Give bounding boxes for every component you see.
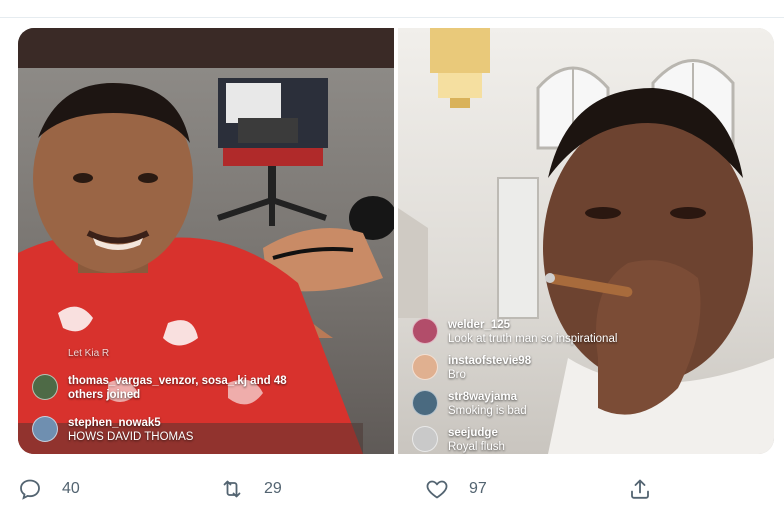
chandelier <box>430 28 490 108</box>
like-button[interactable]: 97 <box>425 474 487 504</box>
live-comment: seejudge Royal flush <box>412 426 505 454</box>
comment-message: Bro <box>448 369 466 381</box>
comment-message: others joined <box>68 389 141 401</box>
media-photo-left[interactable]: Let Kia R thomas_vargas_venzor, sosa_.kj… <box>18 28 394 454</box>
reply-icon <box>20 479 40 500</box>
comment-message: Smoking is bad <box>448 405 527 417</box>
comment-username: Let Kia R <box>68 348 110 359</box>
share-button[interactable] <box>628 474 672 504</box>
share-icon <box>631 479 649 499</box>
live-comment: Let Kia R <box>32 348 109 374</box>
commenter-avatar <box>32 416 58 442</box>
comment-username: welder_125 <box>448 319 511 331</box>
commenter-avatar <box>32 374 58 400</box>
timeline-divider <box>0 17 784 18</box>
comment-username: thomas_vargas_venzor, sosa_.kj and 48 <box>68 375 287 387</box>
commenter-avatar <box>412 318 438 344</box>
comment-message: Royal flush <box>448 441 505 453</box>
like-count: 97 <box>469 480 487 497</box>
comment-username: instaofstevie98 <box>448 355 532 367</box>
commenter-avatar <box>412 354 438 380</box>
media-photo-right[interactable]: welder_125 Look at truth man so inspirat… <box>398 28 774 454</box>
reply-count: 40 <box>62 480 80 497</box>
commenter-avatar <box>412 390 438 416</box>
comment-username: str8wayjama <box>448 391 518 403</box>
heart-icon <box>426 480 448 499</box>
live-comment: instaofstevie98 Bro <box>412 354 531 382</box>
commenter-avatar <box>412 426 438 452</box>
retweet-button[interactable]: 29 <box>220 474 282 504</box>
live-comment: thomas_vargas_venzor, sosa_.kj and 48 ot… <box>32 374 287 402</box>
live-comment: stephen_nowak5 HOWS DAVID THOMAS <box>32 416 193 444</box>
retweet-count: 29 <box>264 480 282 497</box>
tweet-media-grid[interactable]: Let Kia R thomas_vargas_venzor, sosa_.kj… <box>18 28 774 454</box>
reply-button[interactable]: 40 <box>18 474 80 504</box>
live-video-top-strip <box>18 28 394 68</box>
retweet-icon <box>223 480 241 498</box>
live-comment: welder_125 Look at truth man so inspirat… <box>412 318 617 346</box>
live-comment: str8wayjama Smoking is bad <box>412 390 527 418</box>
comment-username: seejudge <box>448 427 498 439</box>
comment-message: Look at truth man so inspirational <box>448 333 618 345</box>
comment-message: HOWS DAVID THOMAS <box>68 431 194 443</box>
comment-username: stephen_nowak5 <box>68 417 161 429</box>
